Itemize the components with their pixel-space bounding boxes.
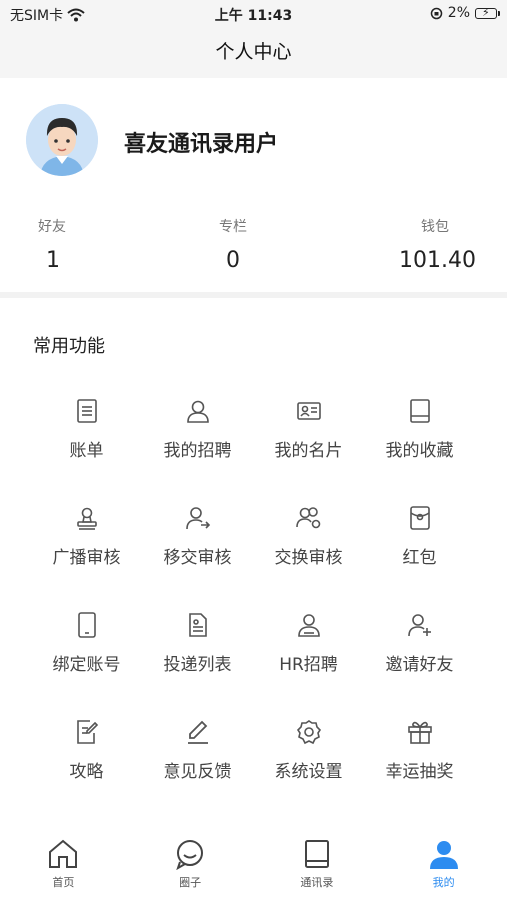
battery-icon: ⚡ [475, 6, 500, 19]
function-hr-recruitment[interactable]: HR招聘 [253, 606, 364, 713]
status-bar: 无SIM卡 上午 11:43 2% ⚡ [0, 0, 507, 28]
stat-label-column: 专栏 [219, 219, 247, 235]
bill-icon [76, 399, 97, 423]
user-icon [186, 400, 209, 423]
tab-home[interactable]: 首页 [0, 818, 127, 900]
status-right: 2% ⚡ [430, 5, 500, 21]
function-label: 幸运抽奖 [385, 762, 454, 782]
function-broadcast-review[interactable]: 广播审核 [31, 499, 142, 606]
gift-icon [407, 721, 432, 744]
avatar[interactable] [26, 104, 98, 176]
function-guide[interactable]: 攻略 [31, 713, 142, 820]
tab-circle[interactable]: 圈子 [127, 818, 254, 900]
profile-card[interactable]: 喜友通讯录用户 好友 专栏 钱包 1 0 101.40 [0, 78, 507, 292]
stat-value-wallet[interactable]: 101.40 [399, 248, 476, 273]
pen-icon [187, 720, 208, 744]
gear-icon [296, 720, 321, 745]
function-label: 广播审核 [52, 548, 121, 568]
function-my-card[interactable]: 我的名片 [253, 392, 364, 499]
nav-bar: 个人中心 [0, 28, 507, 78]
common-functions-panel: 常用功能 账单 我的招聘 我的名片 我的收藏 广播审核 移交审核 交换审核 红包… [0, 298, 507, 818]
function-label: 系统设置 [274, 762, 343, 782]
username: 喜友通讯录用户 [124, 132, 279, 157]
tab-bar: 首页 圈子 通讯录 我的 [0, 818, 507, 900]
function-grid: 账单 我的招聘 我的名片 我的收藏 广播审核 移交审核 交换审核 红包 绑定账号… [31, 392, 475, 820]
person-icon [429, 841, 458, 869]
id-card-icon [296, 402, 321, 420]
function-label: 投递列表 [163, 655, 232, 675]
resume-icon [188, 613, 207, 637]
function-label: 移交审核 [163, 548, 232, 568]
function-lucky-draw[interactable]: 幸运抽奖 [364, 713, 475, 820]
home-icon [49, 839, 78, 868]
avatar-illustration [26, 104, 98, 176]
users-exchange-icon [295, 507, 320, 529]
function-transfer-review[interactable]: 移交审核 [142, 499, 253, 606]
function-label: 意见反馈 [163, 762, 232, 782]
stat-label-wallet: 钱包 [421, 219, 449, 235]
hr-icon [297, 614, 320, 637]
stamp-icon [76, 507, 97, 530]
contacts-book-icon [304, 840, 329, 868]
function-label: 我的名片 [274, 441, 343, 461]
function-label: HR招聘 [279, 655, 338, 675]
tab-contacts[interactable]: 通讯录 [254, 818, 381, 900]
function-invite-friend[interactable]: 邀请好友 [364, 606, 475, 713]
function-label: 攻略 [69, 762, 104, 782]
battery-percent: 2% [447, 5, 470, 21]
function-label: 红包 [402, 548, 437, 568]
function-red-packet[interactable]: 红包 [364, 499, 475, 606]
page-title: 个人中心 [215, 41, 292, 63]
function-my-recruitment[interactable]: 我的招聘 [142, 392, 253, 499]
function-system-settings[interactable]: 系统设置 [253, 713, 364, 820]
red-packet-icon [409, 506, 430, 530]
phone-icon [77, 612, 96, 638]
function-bill[interactable]: 账单 [31, 392, 142, 499]
function-delivery-list[interactable]: 投递列表 [142, 606, 253, 713]
add-friend-icon [407, 614, 431, 637]
edit-doc-icon [76, 720, 98, 744]
stat-value-column[interactable]: 0 [226, 248, 240, 273]
section-title: 常用功能 [33, 336, 105, 357]
orientation-lock-icon [430, 7, 443, 19]
stat-value-friends[interactable]: 1 [46, 248, 60, 273]
function-label: 我的招聘 [163, 441, 232, 461]
function-my-favorites[interactable]: 我的收藏 [364, 392, 475, 499]
function-bind-account[interactable]: 绑定账号 [31, 606, 142, 713]
function-exchange-review[interactable]: 交换审核 [253, 499, 364, 606]
function-label: 绑定账号 [52, 655, 121, 675]
tab-label: 我的 [432, 876, 455, 889]
chat-icon [176, 840, 204, 870]
book-icon [409, 399, 430, 423]
tab-label: 圈子 [179, 876, 202, 889]
function-label: 邀请好友 [385, 655, 454, 675]
stat-label-friends: 好友 [38, 219, 66, 235]
tab-label: 通讯录 [300, 876, 334, 889]
tab-mine[interactable]: 我的 [380, 818, 507, 900]
tab-label: 首页 [52, 876, 75, 889]
function-label: 我的收藏 [385, 441, 454, 461]
function-label: 账单 [69, 441, 104, 461]
function-feedback[interactable]: 意见反馈 [142, 713, 253, 820]
function-label: 交换审核 [274, 548, 343, 568]
user-transfer-icon [185, 507, 210, 530]
